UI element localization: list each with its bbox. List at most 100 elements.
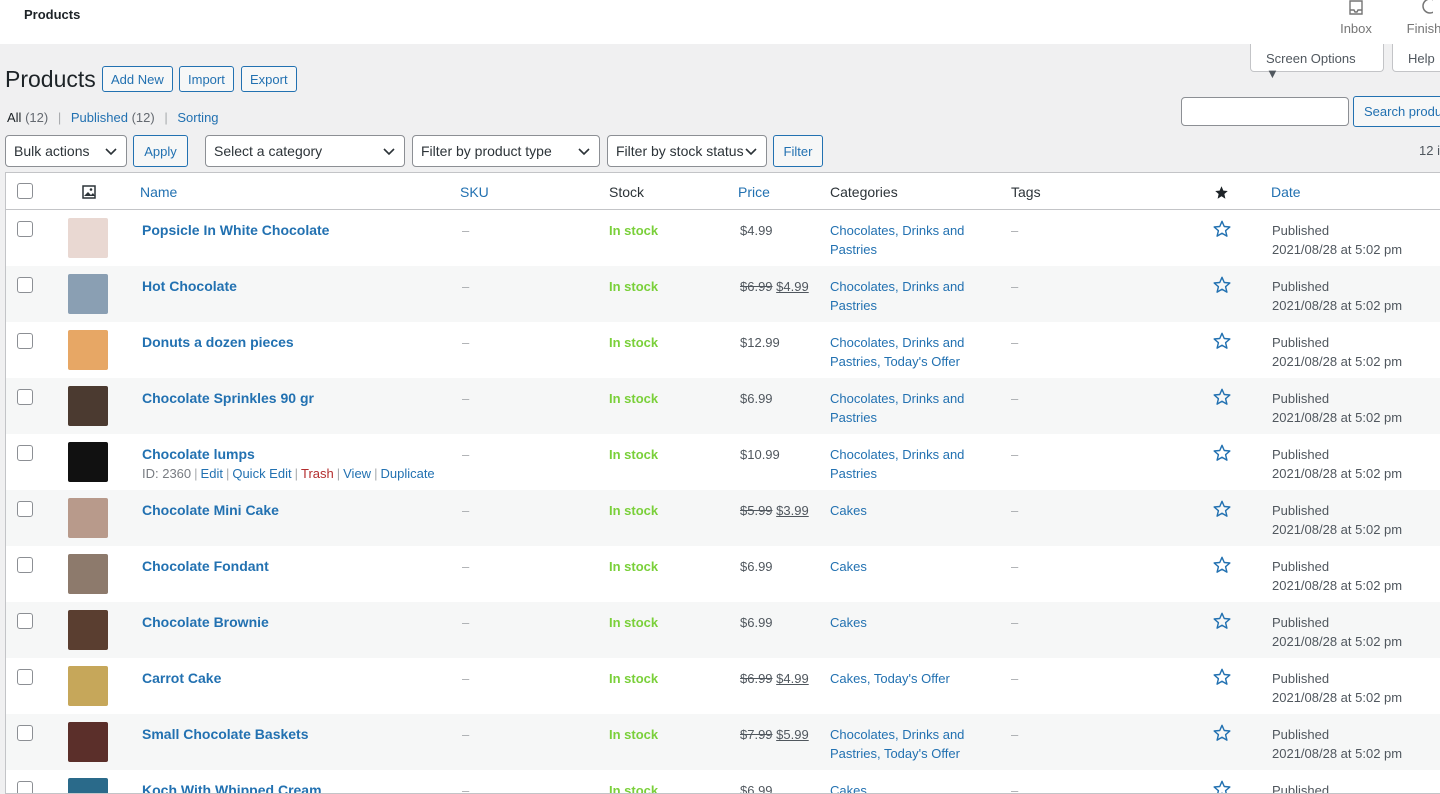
category-select[interactable]: Select a category — [205, 135, 405, 167]
featured-star-icon[interactable] — [1212, 387, 1232, 410]
column-price[interactable]: Price — [738, 184, 770, 200]
import-button[interactable]: Import — [179, 66, 234, 92]
row-checkbox[interactable] — [17, 725, 33, 741]
apply-button[interactable]: Apply — [133, 135, 188, 167]
sku-value: – — [462, 671, 470, 686]
product-name-link[interactable]: Popsicle In White Chocolate — [142, 221, 329, 240]
table-row: Chocolate Mini Cake – In stock $5.99 $3.99 C… — [6, 490, 1440, 546]
product-name-link[interactable]: Small Chocolate Baskets — [142, 725, 309, 744]
view-sorting[interactable]: Sorting — [177, 110, 218, 125]
stock-status-select[interactable]: Filter by stock status — [607, 135, 767, 167]
price-cell: $10.99 — [740, 445, 780, 464]
date-cell: Published 2021/08/28 at 5:02 pm — [1272, 501, 1402, 539]
categories-links[interactable]: Cakes — [830, 613, 980, 632]
featured-star-icon[interactable] — [1212, 667, 1232, 690]
regular-price: $7.99 — [740, 727, 773, 742]
featured-star-icon[interactable] — [1212, 779, 1232, 793]
product-thumbnail[interactable] — [68, 610, 108, 650]
inbox-button[interactable]: Inbox — [1335, 0, 1377, 36]
row-checkbox[interactable] — [17, 221, 33, 237]
categories-links[interactable]: Chocolates, Drinks and Pastries — [830, 277, 980, 315]
finish-setup-button[interactable]: Finish — [1404, 0, 1440, 36]
featured-star-icon[interactable] — [1212, 275, 1232, 298]
view-link[interactable]: View — [343, 466, 371, 481]
row-checkbox[interactable] — [17, 501, 33, 517]
product-name-link[interactable]: Chocolate lumps — [142, 445, 255, 464]
product-thumbnail[interactable] — [68, 498, 108, 538]
categories-links[interactable]: Chocolates, Drinks and Pastries, Today's… — [830, 333, 980, 371]
tags-value: – — [1011, 447, 1019, 462]
duplicate-link[interactable]: Duplicate — [380, 466, 434, 481]
product-name-link[interactable]: Hot Chocolate — [142, 277, 237, 296]
featured-star-icon[interactable] — [1212, 611, 1232, 634]
product-name-link[interactable]: Koch With Whipped Cream — [142, 781, 322, 793]
product-thumbnail[interactable] — [68, 330, 108, 370]
date-cell: Published 2021/08/28 at 5:02 pm — [1272, 445, 1402, 483]
product-name-link[interactable]: Chocolate Sprinkles 90 gr — [142, 389, 314, 408]
featured-star-icon[interactable] — [1212, 219, 1232, 242]
featured-star-icon[interactable] — [1212, 499, 1232, 522]
row-checkbox[interactable] — [17, 613, 33, 629]
column-sku[interactable]: SKU — [460, 184, 489, 200]
product-thumbnail[interactable] — [68, 554, 108, 594]
filter-button[interactable]: Filter — [773, 135, 823, 167]
product-name-link[interactable]: Donuts a dozen pieces — [142, 333, 294, 352]
row-checkbox[interactable] — [17, 669, 33, 685]
product-thumbnail[interactable] — [68, 386, 108, 426]
category-value: Select a category — [214, 143, 323, 159]
screen-options-toggle[interactable]: Screen Options ▼ — [1250, 44, 1384, 81]
select-all-checkbox[interactable] — [17, 183, 33, 199]
row-checkbox[interactable] — [17, 277, 33, 293]
categories-links[interactable]: Chocolates, Drinks and Pastries — [830, 221, 980, 259]
categories-links[interactable]: Chocolates, Drinks and Pastries, Today's… — [830, 725, 980, 763]
sku-value: – — [462, 615, 470, 630]
featured-star-icon[interactable] — [1212, 331, 1232, 354]
product-name-link[interactable]: Chocolate Mini Cake — [142, 501, 279, 520]
publish-date: 2021/08/28 at 5:02 pm — [1272, 298, 1403, 313]
stock-status: In stock — [609, 391, 659, 406]
categories-links[interactable]: Cakes — [830, 557, 980, 576]
product-thumbnail[interactable] — [68, 778, 108, 793]
view-all[interactable]: All — [7, 110, 21, 125]
search-input[interactable] — [1181, 97, 1349, 126]
product-name-link[interactable]: Chocolate Fondant — [142, 557, 269, 576]
featured-star-icon[interactable] — [1212, 555, 1232, 578]
product-type-select[interactable]: Filter by product type — [412, 135, 600, 167]
row-checkbox[interactable] — [17, 445, 33, 461]
row-checkbox[interactable] — [17, 557, 33, 573]
product-thumbnail[interactable] — [68, 442, 108, 482]
search-products-button[interactable]: Search produ — [1353, 96, 1440, 127]
row-checkbox[interactable] — [17, 389, 33, 405]
regular-price: $6.99 — [740, 671, 773, 686]
view-published[interactable]: Published — [71, 110, 128, 125]
categories-links[interactable]: Cakes — [830, 501, 980, 520]
column-date[interactable]: Date — [1271, 184, 1301, 200]
featured-star-icon[interactable] — [1212, 723, 1232, 746]
help-toggle[interactable]: Help — [1392, 44, 1440, 72]
product-name-link[interactable]: Carrot Cake — [142, 669, 221, 688]
product-thumbnail[interactable] — [68, 666, 108, 706]
edit-link[interactable]: Edit — [201, 466, 223, 481]
categories-links[interactable]: Cakes — [830, 781, 980, 793]
tags-value: – — [1011, 223, 1019, 238]
export-button[interactable]: Export — [241, 66, 297, 92]
row-checkbox[interactable] — [17, 333, 33, 349]
column-name[interactable]: Name — [140, 184, 177, 200]
product-name-link[interactable]: Chocolate Brownie — [142, 613, 269, 632]
featured-star-icon[interactable] — [1214, 185, 1229, 200]
product-thumbnail[interactable] — [68, 722, 108, 762]
categories-links[interactable]: Chocolates, Drinks and Pastries — [830, 389, 980, 427]
featured-star-icon[interactable] — [1212, 443, 1232, 466]
product-thumbnail[interactable] — [68, 218, 108, 258]
quick-edit-link[interactable]: Quick Edit — [232, 466, 291, 481]
row-checkbox[interactable] — [17, 781, 33, 793]
product-thumbnail[interactable] — [68, 274, 108, 314]
categories-links[interactable]: Cakes, Today's Offer — [830, 669, 980, 688]
publish-date: 2021/08/28 at 5:02 pm — [1272, 354, 1403, 369]
price-value: $10.99 — [740, 447, 780, 462]
sku-value: – — [462, 391, 470, 406]
categories-links[interactable]: Chocolates, Drinks and Pastries — [830, 445, 980, 483]
bulk-actions-select[interactable]: Bulk actions — [5, 135, 127, 167]
add-new-button[interactable]: Add New — [102, 66, 173, 92]
trash-link[interactable]: Trash — [301, 466, 334, 481]
